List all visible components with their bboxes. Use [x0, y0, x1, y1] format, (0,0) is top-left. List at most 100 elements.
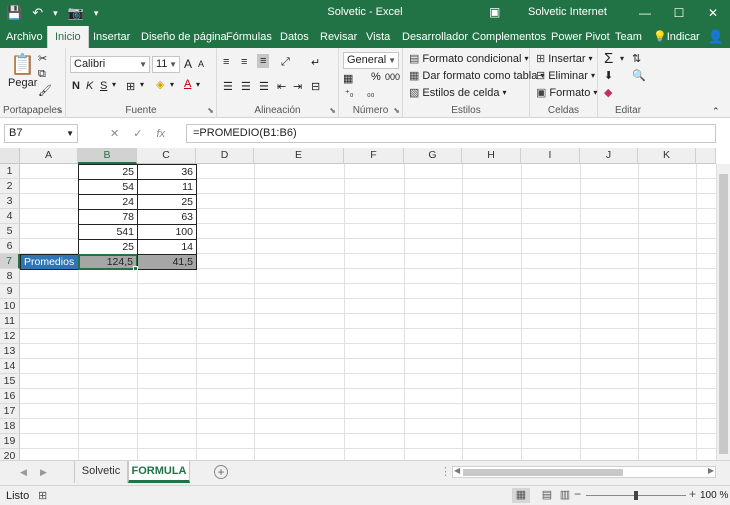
cell-c2[interactable]: 11 [137, 179, 197, 195]
cell-c3[interactable]: 25 [137, 194, 197, 210]
select-all-button[interactable] [0, 148, 20, 164]
tab-complementos[interactable]: Complementos [472, 26, 546, 48]
column-header[interactable]: C [137, 148, 196, 164]
align-right-icon[interactable]: ☰ [259, 80, 269, 93]
column-header[interactable]: D [196, 148, 254, 164]
orientation-icon[interactable]: ⤢ [281, 56, 290, 69]
tab-power-pivot[interactable]: Power Pivot [551, 26, 610, 48]
fuente-launcher-icon[interactable]: ⬊ [207, 106, 214, 115]
row-header[interactable]: 14 [0, 359, 20, 374]
tab-team[interactable]: Team [615, 26, 642, 48]
zoom-level[interactable]: 100 % [700, 490, 728, 501]
tab-vista[interactable]: Vista [366, 26, 390, 48]
cell-b7-selected[interactable]: 124,5 [78, 254, 138, 270]
row-header[interactable]: 12 [0, 329, 20, 344]
ribbon-display-options-icon[interactable]: ▣ [489, 5, 500, 19]
row-header[interactable]: 15 [0, 374, 20, 389]
zoom-in-icon[interactable]: + [689, 487, 696, 501]
next-sheet-icon[interactable]: ▶ [40, 467, 47, 478]
row-header[interactable]: 17 [0, 404, 20, 419]
cell-b6[interactable]: 25 [78, 239, 138, 255]
copy-icon[interactable]: ⧉ [38, 68, 46, 81]
normal-view-icon[interactable]: ▦ [512, 488, 530, 503]
insert-cells-button[interactable]: ⊞ Insertar ▾ [536, 52, 593, 66]
autosum-icon[interactable]: Σ [604, 50, 613, 67]
row-header[interactable]: 1 [0, 164, 20, 179]
name-box[interactable]: B7 ▼ [4, 124, 78, 143]
cell-b5[interactable]: 541 [78, 224, 138, 240]
cell-b3[interactable]: 24 [78, 194, 138, 210]
font-color-icon[interactable]: A [184, 78, 191, 90]
row-header[interactable]: 16 [0, 389, 20, 404]
tab-revisar[interactable]: Revisar [320, 26, 357, 48]
format-cells-button[interactable]: ▣ Formato ▾ [536, 86, 597, 100]
cancel-icon[interactable]: ✕ [110, 127, 119, 140]
horizontal-scroll-thumb[interactable] [463, 469, 623, 476]
column-header[interactable]: B [78, 148, 137, 164]
row-header[interactable]: 13 [0, 344, 20, 359]
portapapeles-launcher-icon[interactable]: ⬊ [56, 106, 63, 115]
conditional-format-button[interactable]: ▤ Formato condicional ▾ [409, 52, 528, 66]
row-header[interactable]: 20 [0, 449, 20, 460]
align-left-icon[interactable]: ☰ [223, 80, 233, 93]
row-header[interactable]: 7 [0, 254, 20, 269]
scroll-left-icon[interactable]: ◀ [454, 466, 460, 475]
cell-c5[interactable]: 100 [137, 224, 197, 240]
underline-button[interactable]: S [100, 80, 107, 92]
row-header[interactable]: 4 [0, 209, 20, 224]
cell-b2[interactable]: 54 [78, 179, 138, 195]
row-header[interactable]: 5 [0, 224, 20, 239]
sheet-tab-solvetic[interactable]: Solvetic [74, 461, 128, 483]
thousands-button[interactable]: 000 [385, 72, 400, 82]
close-button[interactable]: ✕ [696, 0, 730, 26]
grow-font-button[interactable]: A [184, 57, 192, 71]
tab-inicio[interactable]: Inicio [47, 26, 89, 48]
fill-color-dropdown-icon[interactable]: ▾ [170, 80, 174, 89]
collapse-ribbon-icon[interactable]: ⌃ [712, 106, 720, 117]
increase-decimal-icon[interactable]: ⁺₀ [345, 88, 354, 99]
row-header[interactable]: 3 [0, 194, 20, 209]
column-header[interactable]: G [404, 148, 462, 164]
row-header[interactable]: 8 [0, 269, 20, 284]
merge-center-icon[interactable]: ⊟ [311, 80, 320, 93]
bold-button[interactable]: N [72, 80, 80, 92]
italic-button[interactable]: K [86, 80, 93, 92]
zoom-out-icon[interactable]: − [574, 487, 581, 501]
insert-function-icon[interactable]: fx [156, 128, 165, 140]
column-header[interactable]: K [638, 148, 696, 164]
cell-styles-button[interactable]: ▧ Estilos de celda ▾ [409, 86, 506, 100]
column-header[interactable]: H [462, 148, 521, 164]
cell-b1[interactable]: 25 [78, 164, 138, 180]
column-header[interactable]: F [344, 148, 404, 164]
autosum-dropdown-icon[interactable]: ▾ [620, 54, 624, 63]
clear-icon[interactable]: ◆ [604, 86, 612, 99]
align-middle-icon[interactable]: ≡ [241, 56, 247, 68]
worksheet-grid[interactable]: A B C D E F G H I J K 1 2 3 4 5 6 7 8 9 … [0, 148, 730, 460]
cut-icon[interactable]: ✂ [38, 52, 47, 65]
tab-diseno-de-pagina[interactable]: Diseño de página [141, 26, 227, 48]
cell-a7[interactable]: Promedios [20, 254, 79, 270]
decrease-indent-icon[interactable]: ⇤ [277, 80, 286, 93]
account-name[interactable]: Solvetic Internet [528, 6, 607, 18]
align-center-icon[interactable]: ☰ [241, 80, 251, 93]
cell-b4[interactable]: 78 [78, 209, 138, 225]
underline-dropdown-icon[interactable]: ▾ [112, 80, 116, 89]
align-bottom-icon[interactable]: ≡ [257, 54, 270, 68]
vertical-scrollbar[interactable] [716, 164, 730, 460]
format-as-table-button[interactable]: ▦ Dar formato como tabla ▾ [409, 69, 544, 83]
scroll-right-icon[interactable]: ▶ [708, 466, 714, 475]
increase-indent-icon[interactable]: ⇥ [293, 80, 302, 93]
prev-sheet-icon[interactable]: ◀ [20, 467, 27, 478]
alineacion-launcher-icon[interactable]: ⬊ [329, 106, 336, 115]
wrap-text-icon[interactable]: ↵ [311, 56, 320, 69]
horizontal-scrollbar[interactable]: ◀ ▶ [452, 466, 716, 478]
vertical-scroll-thumb[interactable] [719, 174, 728, 454]
page-layout-view-icon[interactable]: ▤ [538, 488, 556, 503]
find-select-icon[interactable]: 🔍 [632, 69, 646, 82]
column-header[interactable]: J [580, 148, 638, 164]
user-icon[interactable]: 👤 [708, 29, 724, 45]
font-name-dropdown[interactable]: Calibri ▼ [70, 56, 150, 73]
fill-icon[interactable]: ⬇ [604, 69, 613, 82]
decrease-decimal-icon[interactable]: ₀₀ [367, 88, 374, 98]
cell-c6[interactable]: 14 [137, 239, 197, 255]
